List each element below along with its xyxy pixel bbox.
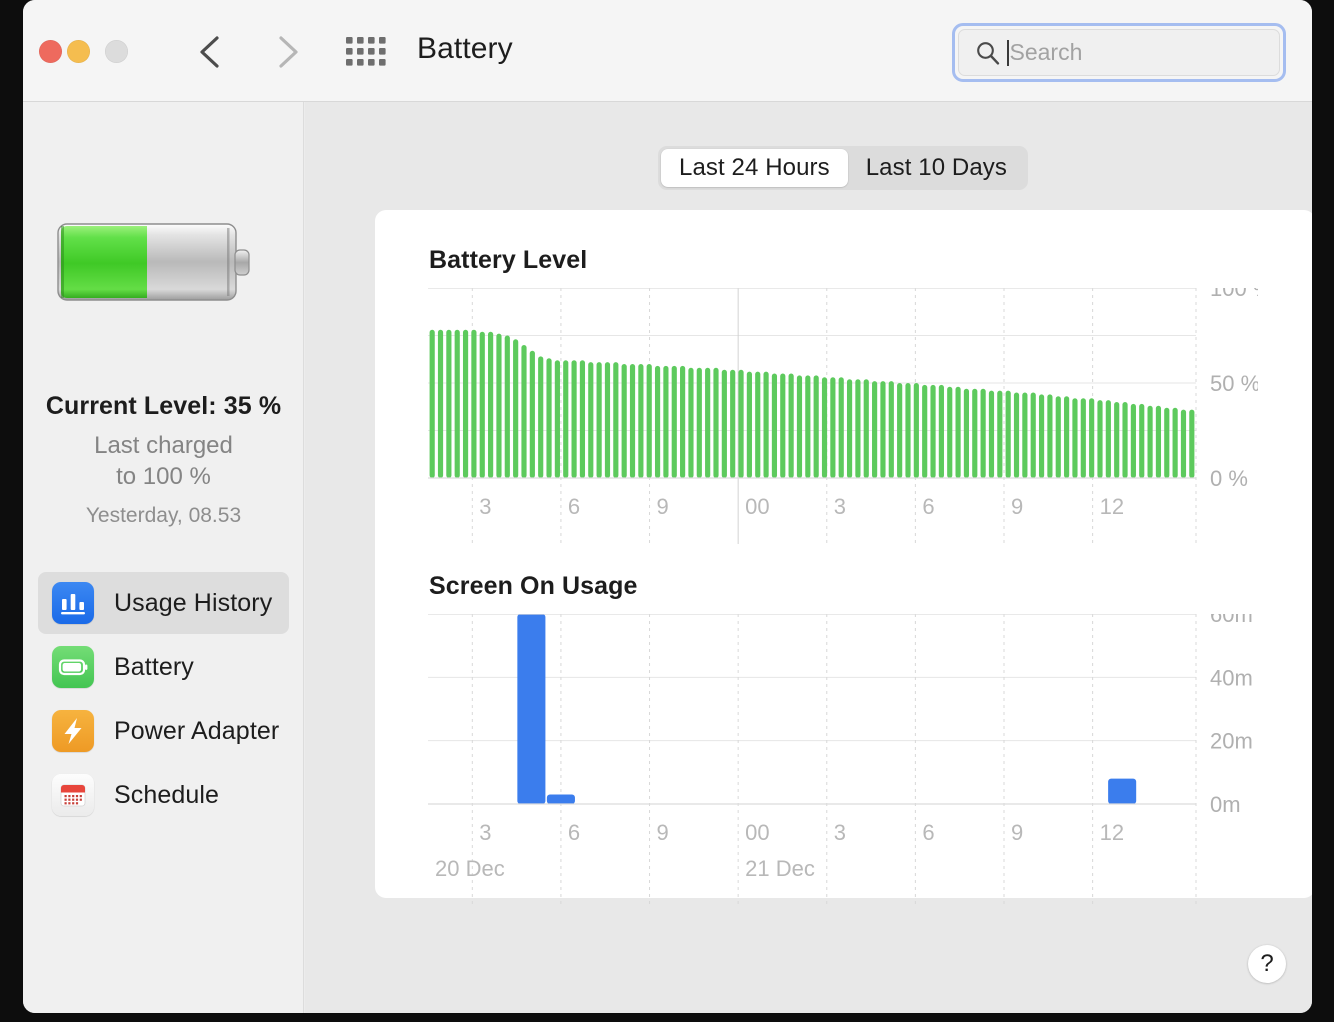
search-placeholder: Search xyxy=(1009,39,1083,65)
search-icon xyxy=(977,41,1000,65)
svg-text:6: 6 xyxy=(568,820,580,845)
svg-text:9: 9 xyxy=(1011,820,1023,845)
show-all-button[interactable] xyxy=(345,33,391,71)
svg-text:6: 6 xyxy=(922,820,934,845)
sidebar-item-label: Battery xyxy=(114,652,194,681)
svg-text:12: 12 xyxy=(1100,494,1124,519)
search-field-inner[interactable]: Search xyxy=(958,29,1280,76)
battery-level-chart-title: Battery Level xyxy=(429,246,588,274)
battery-level-info: Current Level: 35 % Last charged to 100 … xyxy=(23,392,304,528)
sidebar-item-label: Usage History xyxy=(114,588,273,617)
close-button[interactable] xyxy=(39,40,62,63)
screen-on-usage-chart-title: Screen On Usage xyxy=(429,572,638,600)
current-level-text: Current Level: 35 % xyxy=(45,392,282,420)
svg-text:40m: 40m xyxy=(1210,665,1253,690)
grid-icon xyxy=(346,37,386,66)
battery-icon xyxy=(52,646,94,688)
svg-text:00: 00 xyxy=(745,820,769,845)
sidebar-item-usage-history[interactable]: Usage History xyxy=(38,572,289,634)
battery-status-graphic xyxy=(55,212,255,312)
page-title: Battery xyxy=(417,32,513,65)
preferences-window: Battery Search Current Level: 35 % Last … xyxy=(23,0,1312,1013)
charts-card: Battery Level 100 % 50 % 0 % 3 6 9 00 3 6 9 12 Scr… xyxy=(375,210,1312,905)
lightning-bolt-icon xyxy=(52,710,94,752)
svg-text:100 %: 100 % xyxy=(1210,288,1258,301)
sidebar-list: Usage History Battery Power Adapter Sche… xyxy=(23,572,304,828)
last-charged-line-1: Last charged xyxy=(94,432,233,459)
svg-text:6: 6 xyxy=(922,494,934,519)
svg-text:00: 00 xyxy=(745,494,769,519)
sidebar-item-label: Schedule xyxy=(114,780,220,809)
bar-chart-icon xyxy=(52,582,94,624)
last-charged-timestamp: Yesterday, 08.53 xyxy=(85,504,242,527)
svg-text:9: 9 xyxy=(1011,494,1023,519)
screen-on-usage-chart: 60m 40m 20m 0m 3 6 9 00 3 6 9 12 20 Dec 21 Dec xyxy=(428,614,1253,905)
sidebar-item-schedule[interactable]: Schedule xyxy=(38,764,289,826)
svg-text:0 %: 0 % xyxy=(1210,466,1248,491)
svg-text:3: 3 xyxy=(834,820,846,845)
tab-last-24-hours[interactable]: Last 24 Hours xyxy=(661,149,848,187)
last-charged-line-2: to 100 % xyxy=(116,463,211,490)
back-button[interactable] xyxy=(189,28,233,76)
sidebar: Current Level: 35 % Last charged to 100 … xyxy=(23,102,304,1013)
text-cursor xyxy=(1007,39,1009,66)
sidebar-item-label: Power Adapter xyxy=(114,716,280,745)
sidebar-item-power-adapter[interactable]: Power Adapter xyxy=(38,700,289,762)
svg-text:50 %: 50 % xyxy=(1210,371,1258,396)
svg-text:21 Dec: 21 Dec xyxy=(745,856,815,881)
svg-text:3: 3 xyxy=(479,494,491,519)
svg-text:3: 3 xyxy=(834,494,846,519)
svg-text:9: 9 xyxy=(657,820,669,845)
svg-text:20m: 20m xyxy=(1210,729,1253,754)
svg-text:60m: 60m xyxy=(1210,614,1253,627)
minimize-button[interactable] xyxy=(67,40,90,63)
svg-text:0m: 0m xyxy=(1210,792,1241,817)
help-button[interactable]: ? xyxy=(1248,945,1286,983)
battery-level-chart: 100 % 50 % 0 % 3 6 9 00 3 6 9 12 xyxy=(428,288,1258,544)
time-range-segmented-control[interactable]: Last 24 Hours Last 10 Days xyxy=(658,146,1028,190)
zoom-button[interactable] xyxy=(105,40,128,63)
tab-last-10-days[interactable]: Last 10 Days xyxy=(848,149,1025,187)
calendar-icon xyxy=(52,774,94,816)
last-charged-text: Last charged to 100 % xyxy=(23,430,304,492)
svg-text:3: 3 xyxy=(479,820,491,845)
svg-text:20 Dec: 20 Dec xyxy=(435,856,505,881)
content-area: Last 24 Hours Last 10 Days Battery Level… xyxy=(305,102,1312,1013)
svg-text:9: 9 xyxy=(657,494,669,519)
chevron-left-icon xyxy=(200,36,219,68)
forward-button[interactable] xyxy=(265,28,309,76)
sidebar-item-battery[interactable]: Battery xyxy=(38,636,289,698)
svg-text:12: 12 xyxy=(1100,820,1124,845)
search-field[interactable]: Search xyxy=(952,23,1286,82)
window-title-bar: Battery Search xyxy=(23,0,1312,102)
chevron-right-icon xyxy=(279,36,298,68)
svg-text:6: 6 xyxy=(568,494,580,519)
